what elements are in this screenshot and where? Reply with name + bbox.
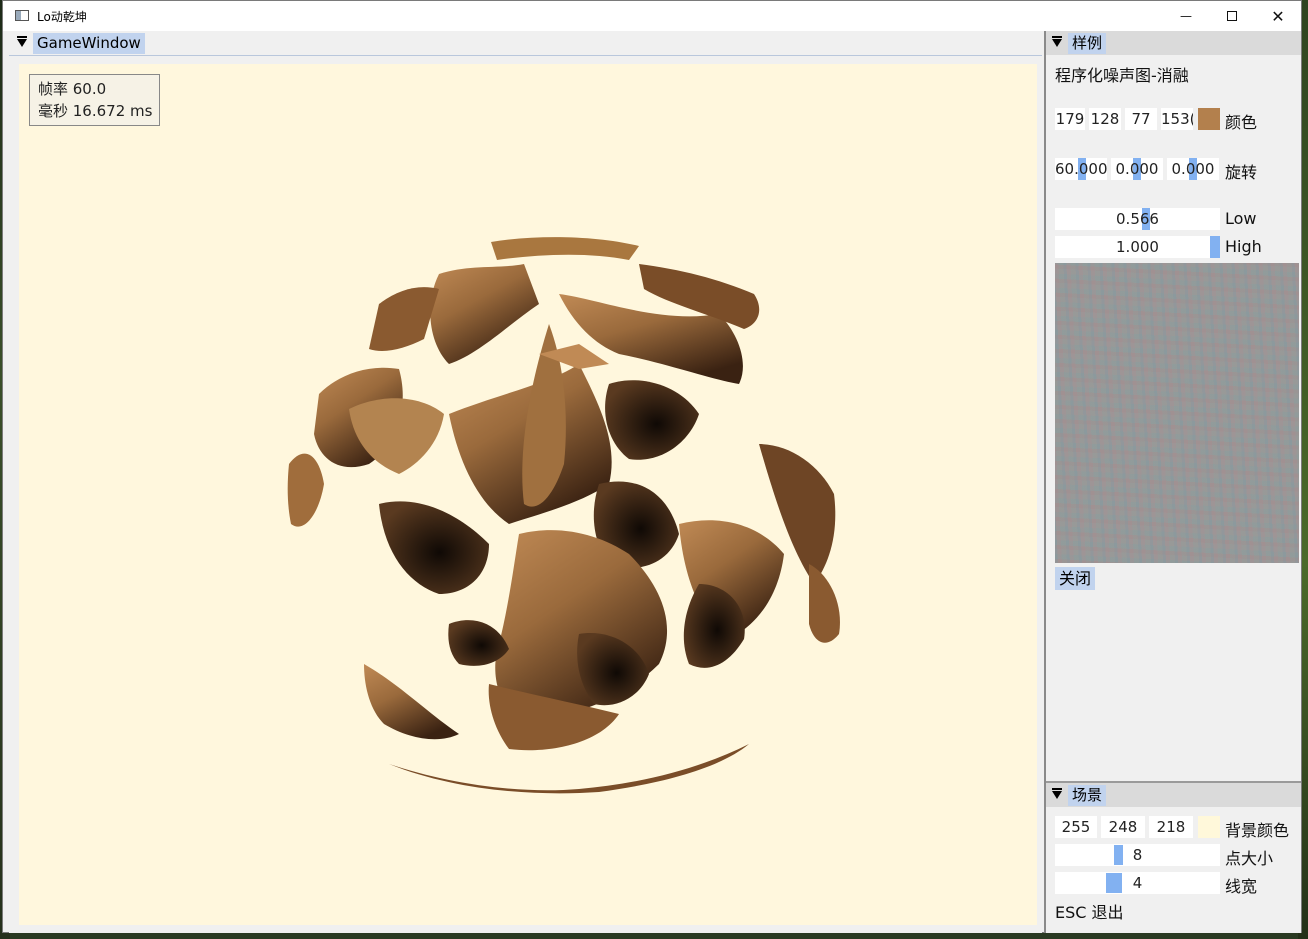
game-window-tab[interactable]: GameWindow: [33, 33, 145, 54]
bg-color-swatch[interactable]: [1198, 816, 1220, 838]
title-bar[interactable]: Lo动乾坤 — ✕: [3, 1, 1301, 31]
high-label: High: [1225, 237, 1262, 256]
rotation-x-slider[interactable]: 60.000: [1055, 158, 1107, 180]
noise-texture-preview: [1055, 263, 1299, 563]
line-width-slider[interactable]: 4: [1055, 872, 1220, 894]
game-window-header: GameWindow: [9, 31, 1042, 56]
rotation-z-value: 0.000: [1171, 160, 1215, 178]
performance-stats: 帧率 60.0 毫秒 16.672 ms: [29, 74, 161, 126]
fps-readout: 帧率 60.0: [38, 80, 107, 98]
rotation-y-value: 0.000: [1115, 160, 1159, 178]
color-g-input[interactable]: 128: [1089, 108, 1121, 130]
bg-color-g-input[interactable]: 248: [1101, 816, 1145, 838]
close-window-button[interactable]: ✕: [1255, 1, 1301, 31]
bg-color-b-input[interactable]: 218: [1149, 816, 1193, 838]
close-sample-button[interactable]: 关闭: [1055, 567, 1096, 590]
point-size-value: 8: [1132, 846, 1143, 864]
frame-time-readout: 毫秒 16.672 ms: [38, 102, 153, 120]
game-window-panel: GameWindow 帧率 60.0 毫秒 16.672 ms: [9, 31, 1042, 933]
bg-color-r-input[interactable]: 255: [1055, 816, 1097, 838]
point-size-slider[interactable]: 8: [1055, 844, 1220, 866]
color-b-input[interactable]: 77: [1125, 108, 1157, 130]
collapse-arrow-icon[interactable]: [17, 36, 27, 47]
line-width-label: 线宽: [1225, 877, 1258, 896]
low-slider[interactable]: 0.566: [1055, 208, 1220, 230]
rotation-y-slider[interactable]: 0.000: [1111, 158, 1163, 180]
line-width-value: 4: [1132, 874, 1143, 892]
scene-panel-header: 场景: [1046, 783, 1301, 807]
rotation-x-value: 60.000: [1055, 160, 1107, 178]
low-label: Low: [1225, 209, 1257, 228]
collapse-arrow-icon[interactable]: [1052, 36, 1062, 47]
high-slider[interactable]: 1.000: [1055, 236, 1220, 258]
line-width-thumb[interactable]: [1106, 873, 1122, 893]
sphere-fragments: [287, 237, 840, 794]
dissolve-sphere: [287, 237, 840, 794]
window-title: Lo动乾坤: [37, 10, 87, 24]
minimize-button[interactable]: —: [1163, 1, 1209, 31]
point-size-thumb[interactable]: [1114, 845, 1123, 865]
high-slider-thumb[interactable]: [1210, 236, 1220, 258]
sample-panel-header: 样例: [1046, 31, 1301, 55]
right-side-panels: 样例 程序化噪声图-消融 179 128 77 153( 颜色 60.000 0…: [1044, 31, 1301, 933]
rotation-z-slider[interactable]: 0.000: [1167, 158, 1219, 180]
esc-hint: ESC 退出: [1055, 903, 1124, 922]
app-window: Lo动乾坤 — ✕ GameWindow 帧率 60.0 毫秒 16.672 m…: [2, 0, 1302, 933]
high-value: 1.000: [1116, 238, 1159, 256]
color-r-input[interactable]: 179: [1055, 108, 1085, 130]
maximize-icon: [1227, 11, 1237, 21]
color-swatch[interactable]: [1198, 108, 1220, 130]
scene-panel-tab[interactable]: 场景: [1068, 785, 1107, 806]
point-size-label: 点大小: [1225, 849, 1274, 868]
bg-color-label: 背景颜色: [1225, 821, 1290, 840]
color-a-input[interactable]: 153(: [1161, 108, 1193, 130]
color-label: 颜色: [1225, 113, 1258, 132]
app-icon: [15, 10, 29, 21]
collapse-arrow-icon[interactable]: [1052, 788, 1062, 799]
sample-panel-tab[interactable]: 样例: [1068, 33, 1107, 54]
rotation-label: 旋转: [1225, 163, 1258, 182]
minimize-icon: —: [1180, 9, 1192, 23]
sample-subtitle: 程序化噪声图-消融: [1055, 66, 1189, 85]
maximize-button[interactable]: [1209, 1, 1255, 31]
low-value: 0.566: [1116, 210, 1159, 228]
game-viewport[interactable]: 帧率 60.0 毫秒 16.672 ms: [19, 64, 1037, 925]
close-icon: ✕: [1271, 6, 1285, 26]
